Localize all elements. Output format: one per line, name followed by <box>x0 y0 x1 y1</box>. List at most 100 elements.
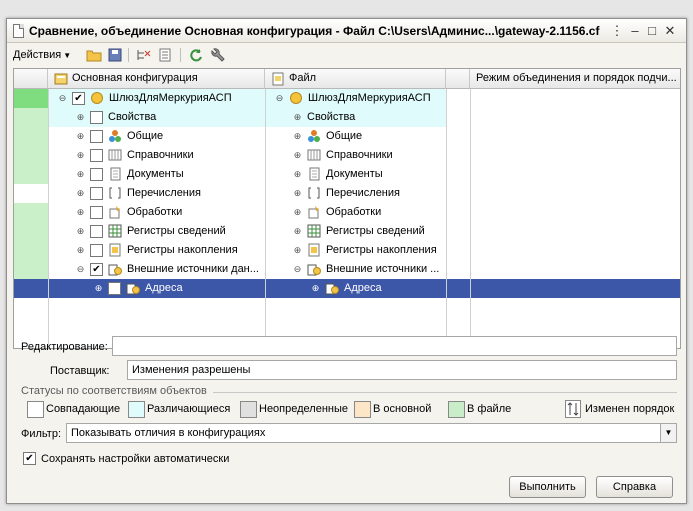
processing-icon <box>109 206 120 219</box>
expand-icon[interactable]: ⊕ <box>293 227 302 236</box>
supplier-field[interactable]: Изменения разрешены <box>127 360 677 380</box>
tree-row[interactable]: ⊕ Общие ⊕ Общие <box>14 127 680 146</box>
legend-in-file-label: В файле <box>467 403 512 415</box>
expand-icon[interactable]: ⊕ <box>94 284 103 293</box>
file-cell[interactable]: ⊕ Регистры сведений <box>265 222 446 241</box>
include-checkbox[interactable] <box>90 111 103 124</box>
main-config-cell[interactable]: ⊕ Общие <box>48 127 265 146</box>
help-button[interactable]: Справка <box>596 476 673 498</box>
expand-icon[interactable]: ⊕ <box>76 189 85 198</box>
main-config-cell[interactable]: ⊖ ✔ Внешние источники дан... <box>48 260 265 279</box>
tree-row[interactable]: ⊕ Регистры накопления ⊕ Регистры накопления <box>14 241 680 260</box>
close-button[interactable]: ✕ <box>663 24 677 38</box>
include-checkbox[interactable] <box>90 225 103 238</box>
file-cell[interactable]: ⊕ Свойства <box>265 108 446 127</box>
grid-column-line <box>265 89 266 348</box>
expand-icon[interactable]: ⊕ <box>311 284 320 293</box>
expand-icon[interactable]: ⊕ <box>293 113 302 122</box>
legend-changed-order-label: Изменен порядок <box>585 403 675 415</box>
chevron-down-icon: ▼ <box>63 51 72 60</box>
maximize-button[interactable]: □ <box>645 24 659 38</box>
expand-icon[interactable]: ⊕ <box>293 132 302 141</box>
tree-row[interactable]: ⊕ Документы ⊕ Документы <box>14 165 680 184</box>
include-checkbox[interactable] <box>90 244 103 257</box>
refresh-icon[interactable] <box>188 47 204 63</box>
legend-matching-label: Совпадающие <box>46 403 121 415</box>
list-icon[interactable] <box>157 47 173 63</box>
expand-icon[interactable]: ⊕ <box>293 170 302 179</box>
file-cell[interactable]: ⊕ Обработки <box>265 203 446 222</box>
collapse-icon[interactable]: ⊖ <box>293 265 302 274</box>
filter-select[interactable]: Показывать отличия в конфигурациях ▼ <box>66 423 677 443</box>
expand-icon[interactable]: ⊕ <box>76 208 85 217</box>
grid-header-main-config[interactable]: Основная конфигурация <box>48 69 265 89</box>
include-checkbox[interactable] <box>90 187 103 200</box>
expand-icon[interactable]: ⊕ <box>76 132 85 141</box>
include-checkbox[interactable] <box>90 130 103 143</box>
grid-header-merge-mode[interactable]: Режим объединения и порядок подчи... <box>470 69 680 89</box>
editing-field[interactable] <box>112 336 677 356</box>
comparison-tree[interactable]: Основная конфигурация Файл Режим объедин… <box>13 68 681 349</box>
expand-icon[interactable]: ⊕ <box>76 113 85 122</box>
open-folder-icon[interactable] <box>86 47 102 63</box>
include-checkbox[interactable] <box>90 206 103 219</box>
save-icon[interactable] <box>107 47 123 63</box>
tree-row[interactable]: ⊕ ✔ Адреса ⊕ Адреса <box>14 279 680 298</box>
include-checkbox[interactable] <box>90 149 103 162</box>
file-cell[interactable]: ⊕ Справочники <box>265 146 446 165</box>
tree-row[interactable]: ⊕ Перечисления ⊕ Перечисления <box>14 184 680 203</box>
file-cell[interactable]: ⊕ Перечисления <box>265 184 446 203</box>
chevron-down-icon[interactable]: ▼ <box>660 424 676 442</box>
tree-row[interactable]: ⊖ ✔ Внешние источники дан... ⊖ Внешние источ… <box>14 260 680 279</box>
collapse-icon[interactable]: ⊖ <box>275 94 284 103</box>
include-checkbox[interactable]: ✔ <box>72 92 85 105</box>
expand-icon[interactable]: ⊕ <box>76 151 85 160</box>
settings-icon[interactable] <box>210 47 226 63</box>
main-config-cell[interactable]: ⊕ Справочники <box>48 146 265 165</box>
file-cell[interactable]: ⊕ Регистры накопления <box>265 241 446 260</box>
tree-row[interactable]: ⊖ ✔ ШлюзДляМеркурияАСП ⊖ ШлюзДляМеркурияАСП <box>14 89 680 108</box>
main-config-cell[interactable]: ⊕ Обработки <box>48 203 265 222</box>
main-config-cell[interactable]: ⊖ ✔ ШлюзДляМеркурияАСП <box>48 89 265 108</box>
tree-item-label: ШлюзДляМеркурияАСП <box>109 92 232 104</box>
expand-icon[interactable]: ⊕ <box>293 189 302 198</box>
expand-icon[interactable]: ⊕ <box>76 246 85 255</box>
expand-icon[interactable]: ⊕ <box>293 208 302 217</box>
minimize-button[interactable]: – <box>628 24 642 38</box>
main-config-cell[interactable]: ⊕ Регистры накопления <box>48 241 265 260</box>
include-checkbox[interactable] <box>90 168 103 181</box>
collapse-icon[interactable]: ⊖ <box>76 265 85 274</box>
file-cell[interactable]: ⊖ ШлюзДляМеркурияАСП <box>265 89 446 108</box>
main-config-cell[interactable]: ⊕ Свойства <box>48 108 265 127</box>
tree-row[interactable]: ⊕ Справочники ⊕ Справочники <box>14 146 680 165</box>
menu-icon[interactable]: ⋮ <box>610 24 624 38</box>
autosave-checkbox[interactable]: ✔ <box>23 452 36 465</box>
column-file: Файл <box>289 72 317 84</box>
main-config-cell[interactable]: ⊕ ✔ Адреса <box>48 279 265 298</box>
main-config-cell[interactable]: ⊕ Регистры сведений <box>48 222 265 241</box>
tree-item-label: Внешние источники ... <box>326 263 440 275</box>
collapse-icon[interactable]: ⊖ <box>58 94 67 103</box>
expand-icon[interactable]: ⊕ <box>293 151 302 160</box>
expand-icon[interactable]: ⊕ <box>76 227 85 236</box>
file-cell[interactable]: ⊖ Внешние источники ... <box>265 260 446 279</box>
legend-undefined-label: Неопределенные <box>259 403 349 415</box>
tree-row[interactable]: ⊕ Регистры сведений ⊕ Регистры сведений <box>14 222 680 241</box>
expand-icon[interactable]: ⊕ <box>293 246 302 255</box>
catalog-icon <box>108 149 122 161</box>
mark-tree-icon[interactable] <box>135 47 151 63</box>
include-checkbox[interactable]: ✔ <box>108 282 121 295</box>
main-config-cell[interactable]: ⊕ Документы <box>48 165 265 184</box>
tree-row[interactable]: ⊕ Свойства ⊕ Свойства <box>14 108 680 127</box>
file-cell[interactable]: ⊕ Документы <box>265 165 446 184</box>
include-checkbox[interactable]: ✔ <box>90 263 103 276</box>
file-cell[interactable]: ⊕ Общие <box>265 127 446 146</box>
file-cell[interactable]: ⊕ Адреса <box>265 279 446 298</box>
column-merge-mode: Режим объединения и порядок подчи... <box>476 72 677 84</box>
tree-row[interactable]: ⊕ Обработки ⊕ Обработки <box>14 203 680 222</box>
execute-button[interactable]: Выполнить <box>509 476 586 498</box>
grid-header-file[interactable]: Файл <box>265 69 446 89</box>
main-config-cell[interactable]: ⊕ Перечисления <box>48 184 265 203</box>
actions-menu[interactable]: Действия ▼ <box>13 47 71 63</box>
expand-icon[interactable]: ⊕ <box>76 170 85 179</box>
